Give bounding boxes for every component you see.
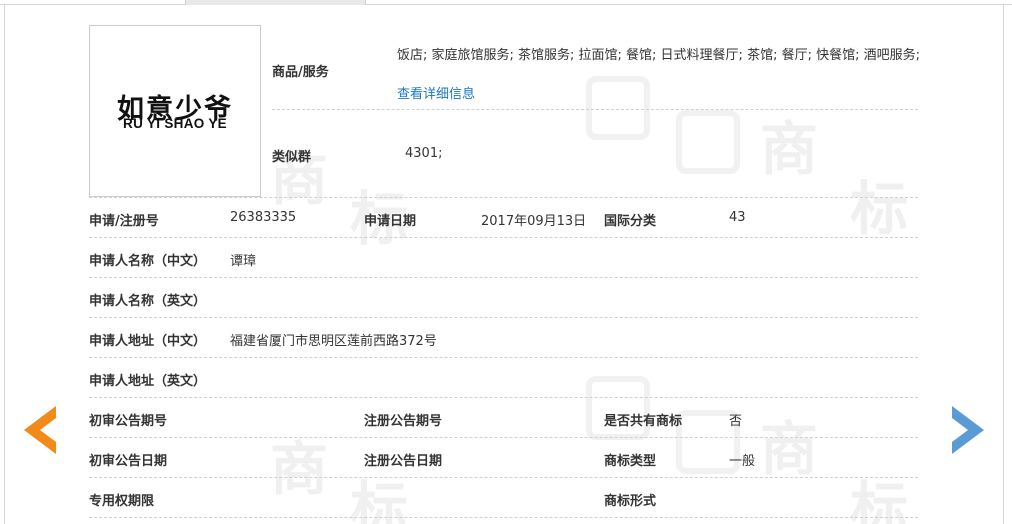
exclusive-period-label: 专用权期限 (89, 494, 155, 509)
goods-services-label: 商品/服务 (272, 65, 329, 80)
prelim-pub-no-label: 初审公告期号 (89, 414, 168, 429)
applicant-cn-value: 谭璋 (230, 254, 257, 269)
applicant-cn-label: 申请人名称（中文） (89, 254, 207, 269)
applicant-en-label: 申请人名称（英文） (89, 294, 207, 309)
address-cn-label: 申请人地址（中文） (89, 334, 207, 349)
trademark-image: 如意少爷 RU YI SHAO YE (89, 25, 261, 197)
divider (89, 517, 918, 518)
arrow-right-icon-notch (952, 418, 968, 442)
address-cn-value: 福建省厦门市思明区莲前西路372号 (230, 334, 437, 349)
reg-pub-date-label: 注册公告日期 (364, 454, 443, 469)
prelim-pub-date-label: 初审公告日期 (89, 454, 168, 469)
similar-group-value: 4301; (405, 146, 443, 161)
divider (89, 197, 918, 198)
trademark-type-value: 一般 (729, 454, 756, 469)
apply-date-label: 申请日期 (364, 214, 417, 229)
reg-no-value: 26383335 (230, 210, 297, 225)
goods-services-text: 饭店; 家庭旅馆服务; 茶馆服务; 拉面馆; 餐馆; 日式料理餐厅; 茶馆; 餐… (397, 48, 920, 63)
shared-trademark-value: 否 (729, 414, 743, 429)
goods-services-value: 饭店; 家庭旅馆服务; 茶馆服务; 拉面馆; 餐馆; 日式料理餐厅; 茶馆; 餐… (397, 36, 927, 114)
trademark-form-label: 商标形式 (604, 494, 657, 509)
reg-pub-no-label: 注册公告期号 (364, 414, 443, 429)
apply-date-value: 2017年09月13日 (481, 214, 587, 229)
divider (89, 477, 918, 478)
divider (89, 317, 918, 318)
view-details-link[interactable]: 查看详细信息 (397, 87, 475, 102)
divider (272, 109, 918, 110)
reg-no-label: 申请/注册号 (89, 214, 159, 229)
intl-class-label: 国际分类 (604, 214, 657, 229)
divider (89, 277, 918, 278)
divider (89, 437, 918, 438)
divider (89, 237, 918, 238)
intl-class-value: 43 (729, 210, 746, 225)
divider (89, 357, 918, 358)
arrow-left-icon-notch (40, 418, 56, 442)
address-en-label: 申请人地址（英文） (89, 374, 207, 389)
shared-trademark-label: 是否共有商标 (604, 414, 683, 429)
trademark-logo-english: RU YI SHAO YE (123, 116, 227, 131)
divider (89, 397, 918, 398)
trademark-type-label: 商标类型 (604, 454, 657, 469)
similar-group-label: 类似群 (272, 150, 312, 165)
